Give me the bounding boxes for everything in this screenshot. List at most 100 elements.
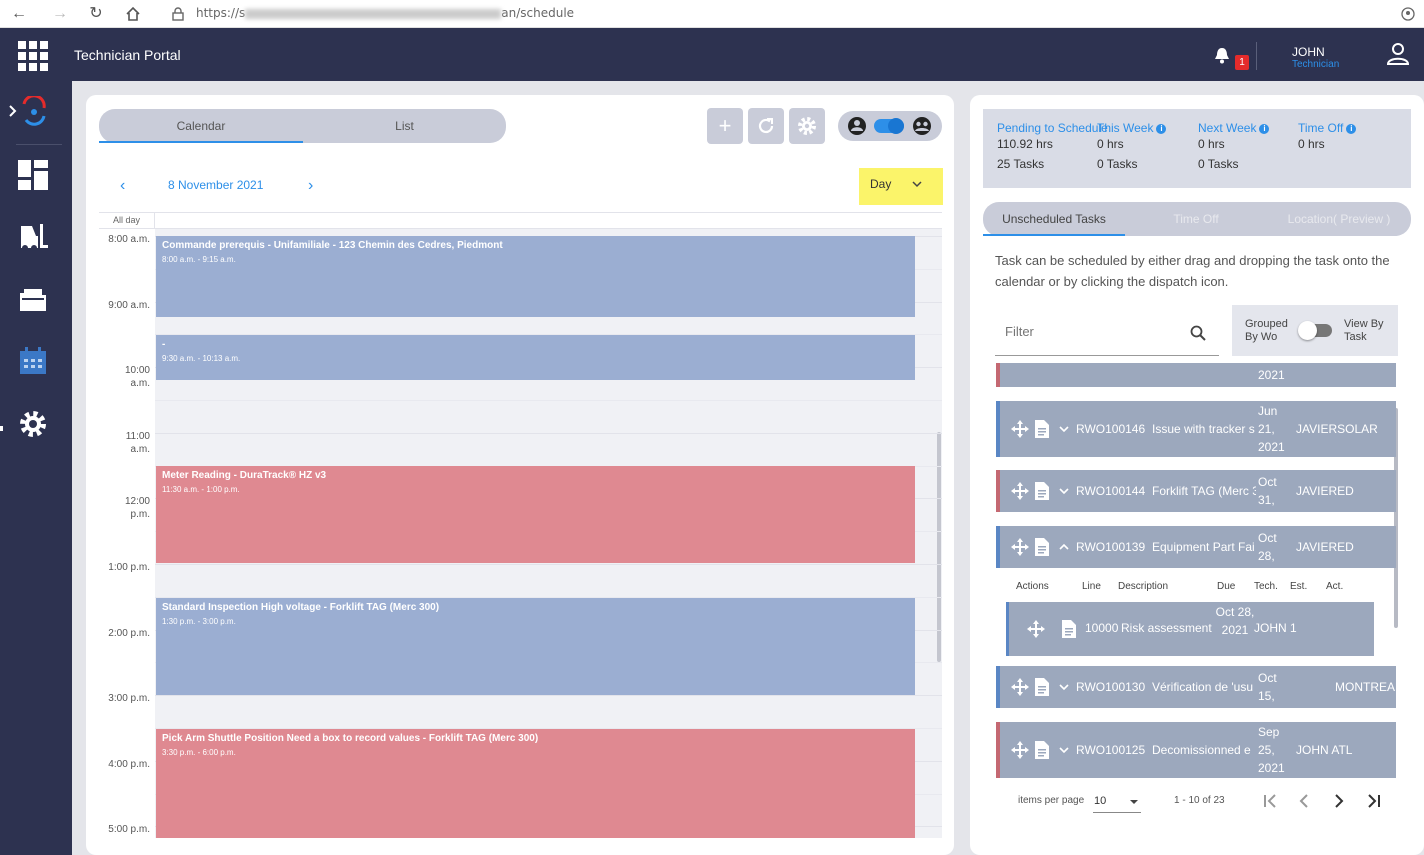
this-week-tasks: 0 Tasks <box>1097 157 1138 171</box>
view-by-task-label: View By Task <box>1344 318 1384 343</box>
refresh-button[interactable] <box>748 108 784 144</box>
hour-label: 1:00 p.m. <box>108 562 150 573</box>
filter-field[interactable] <box>995 310 1219 356</box>
next-day-icon[interactable]: › <box>308 177 313 195</box>
previous-page-icon[interactable] <box>1298 794 1310 808</box>
sidebar-divider <box>16 144 62 145</box>
location-icon[interactable] <box>1398 4 1418 24</box>
chevron-down-icon[interactable] <box>1059 425 1069 433</box>
home-icon[interactable] <box>123 4 143 24</box>
last-page-icon[interactable] <box>1366 794 1382 808</box>
task-card[interactable]: RWO100146 Issue with tracker s Jun 21, 202… <box>996 401 1396 457</box>
subtask-description: Risk assessment <box>1121 621 1212 635</box>
event-title: Meter Reading - DuraTrack® HZ v3 <box>162 470 327 481</box>
next-page-icon[interactable] <box>1333 794 1345 808</box>
task-card[interactable]: RWO100130 Vérification de 'usu Oct 15, 202… <box>996 666 1396 708</box>
add-button[interactable]: + <box>707 108 743 144</box>
sidebar-collapse-logo-icon[interactable] <box>8 96 46 128</box>
group-toggle-switch[interactable] <box>1298 321 1332 340</box>
subtask-row[interactable]: 10000 Risk assessment Oct 28, 2021 JOHN … <box>1006 602 1374 656</box>
calendar-icon[interactable] <box>18 346 50 378</box>
document-icon[interactable] <box>1035 538 1049 556</box>
sidebar <box>0 81 72 855</box>
col-actions: Actions <box>1016 581 1049 592</box>
pending-hrs: 110.92 hrs <box>997 137 1053 151</box>
dispatch-move-icon[interactable] <box>1011 538 1029 556</box>
info-icon[interactable]: i <box>1346 124 1357 134</box>
task-card-partial[interactable]: 2021 <box>996 363 1396 387</box>
calendar-top-border <box>99 212 942 213</box>
calendar-event[interactable]: Standard Inspection High voltage - Forkl… <box>156 598 915 695</box>
info-icon[interactable]: i <box>1156 124 1167 134</box>
dispatch-move-icon[interactable] <box>1011 678 1029 696</box>
chevron-down-icon[interactable] <box>1059 683 1069 691</box>
document-icon[interactable] <box>1035 741 1049 759</box>
all-day-label: All day <box>99 213 155 228</box>
dispatch-move-icon[interactable] <box>1011 482 1029 500</box>
tab-unscheduled-tasks[interactable]: Unscheduled Tasks <box>983 202 1125 236</box>
first-page-icon[interactable] <box>1262 794 1278 808</box>
task-status-bar <box>996 470 1000 512</box>
prev-day-icon[interactable]: ‹ <box>120 177 125 195</box>
task-status-bar <box>996 363 1000 387</box>
filter-input[interactable] <box>995 320 1185 342</box>
event-title: Commande prerequis - Unifamiliale - 123 … <box>162 240 503 251</box>
col-description: Description <box>1118 581 1169 592</box>
hour-label: 12:00 p.m. <box>124 496 150 521</box>
col-tech: Tech. <box>1254 581 1278 592</box>
document-icon[interactable] <box>1035 482 1049 500</box>
items-per-page-select[interactable]: 10 <box>1093 789 1141 813</box>
document-icon[interactable] <box>1035 420 1049 438</box>
forklift-icon[interactable] <box>18 222 50 254</box>
apps-grid-icon[interactable] <box>18 41 48 71</box>
address-bar[interactable]: https://s an/schedule <box>196 6 574 20</box>
dispatch-move-icon[interactable] <box>1011 741 1029 759</box>
chevron-down-icon[interactable] <box>1059 746 1069 754</box>
dispatch-move-icon[interactable] <box>1027 620 1045 638</box>
document-icon[interactable] <box>1062 620 1076 638</box>
current-date: 8 November 2021 <box>168 178 264 192</box>
calendar-event[interactable]: Meter Reading - DuraTrack® HZ v3 11:30 a.… <box>156 466 915 563</box>
task-card[interactable]: RWO100139 Equipment Part FaiOct 28, 2021 J… <box>996 526 1396 568</box>
technician-view-toggle[interactable] <box>838 111 942 141</box>
hour-label: 5:00 p.m. <box>108 824 150 836</box>
task-status-bar <box>996 666 1000 708</box>
grouped-by-wo-label: Grouped By Wo <box>1245 318 1288 343</box>
task-card[interactable]: RWO100125 Decomissionned e Sep 25, 2021 JOH… <box>996 722 1396 778</box>
settings-gear-icon[interactable] <box>18 409 50 441</box>
info-icon[interactable]: i <box>1259 124 1270 134</box>
pending-label: Pending to Schedule <box>997 121 1108 135</box>
calendar-event[interactable]: Commande prerequis - Unifamiliale - 123 … <box>156 236 915 317</box>
forward-icon[interactable]: → <box>50 4 70 24</box>
calendar-event[interactable]: - 9:30 a.m. - 10:13 a.m. <box>156 335 915 380</box>
time-off-label: Time Off <box>1298 121 1344 135</box>
reload-icon[interactable]: ↻ <box>86 4 106 24</box>
chevron-down-icon[interactable] <box>1059 487 1069 495</box>
notification-bell-icon[interactable] <box>1213 46 1231 64</box>
event-time: 1:30 p.m. - 3:00 p.m. <box>162 617 236 626</box>
tab-calendar[interactable]: Calendar <box>99 109 303 143</box>
half-hour-line <box>155 400 942 401</box>
tab-list[interactable]: List <box>303 109 506 143</box>
folder-icon[interactable] <box>18 285 50 317</box>
task-card[interactable]: RWO100144 Forklift TAG (Merc 3Oct 31, 202… <box>996 470 1396 512</box>
tab-time-off[interactable]: Time Off <box>1125 202 1267 236</box>
search-icon[interactable] <box>1190 325 1206 341</box>
tab-location-preview[interactable]: Location( Preview ) <box>1267 202 1411 236</box>
subtask-tech: JOHN 1 <box>1254 621 1297 635</box>
back-icon[interactable]: ← <box>9 4 29 24</box>
calendar-settings-button[interactable] <box>789 108 825 144</box>
chevron-up-icon[interactable] <box>1059 543 1069 551</box>
next-week-label: Next Week <box>1198 121 1257 135</box>
task-description: Equipment Part Fai <box>1152 540 1255 554</box>
dashboard-icon[interactable] <box>18 160 50 192</box>
task-technician: JAVIERSOLAR <box>1296 422 1378 436</box>
view-mode-select[interactable]: Day <box>859 168 943 205</box>
task-description: Vérification de 'usu <box>1152 680 1254 694</box>
document-icon[interactable] <box>1035 678 1049 696</box>
task-id: RWO100130 <box>1076 680 1146 694</box>
calendar-event[interactable]: Pick Arm Shuttle Position Need a box to … <box>156 729 915 838</box>
dispatch-move-icon[interactable] <box>1011 420 1029 438</box>
user-profile-icon[interactable] <box>1386 42 1410 66</box>
hour-label: 11:00 a.m. <box>125 430 150 455</box>
